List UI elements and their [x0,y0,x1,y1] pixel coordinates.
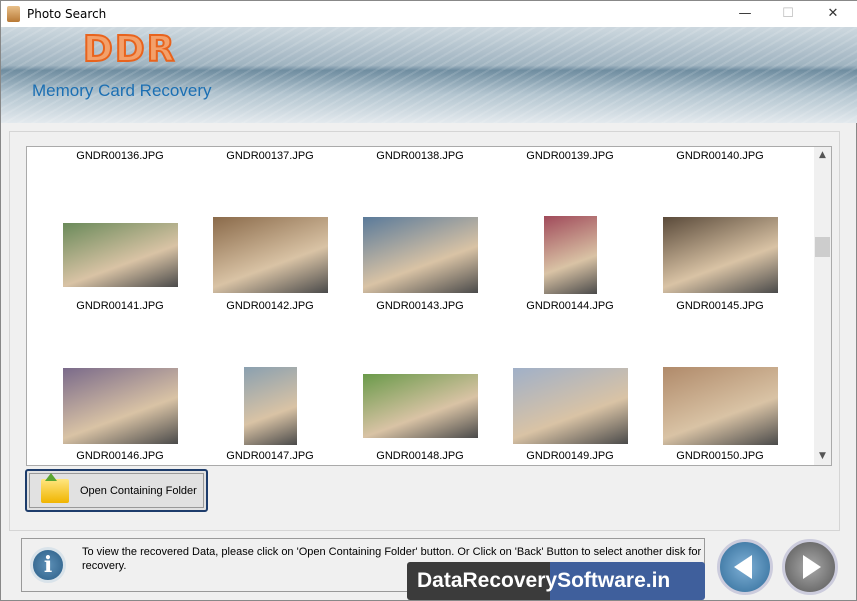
window-title: Photo Search [27,7,107,21]
file-name: GNDR00145.JPG [676,300,764,312]
next-button[interactable] [782,539,838,595]
back-arrow-icon [734,555,752,579]
file-name: GNDR00136.JPG [76,150,164,162]
photo-thumbnail[interactable] [212,217,328,293]
photo-thumbnail[interactable] [512,368,628,444]
app-icon [7,6,20,22]
file-name: GNDR00137.JPG [226,150,314,162]
scroll-up-icon[interactable]: ▲ [814,147,831,164]
file-name: GNDR00146.JPG [76,450,164,462]
next-arrow-icon [803,555,821,579]
back-button[interactable] [717,539,773,595]
ddr-logo: DDR [82,28,177,71]
photo-thumbnail[interactable] [62,368,178,444]
photo-thumbnail[interactable] [362,217,478,293]
file-name: GNDR00141.JPG [76,300,164,312]
file-name: GNDR00143.JPG [376,300,464,312]
photo-grid[interactable]: ▲ ▼ GNDR00136.JPG GNDR00137.JPG GNDR00138.… [26,146,832,466]
title-bar: Photo Search — ☐ ✕ [1,1,857,27]
maximize-button[interactable]: ☐ [765,1,811,27]
file-name: GNDR00138.JPG [376,150,464,162]
watermark: DataRecoverySoftware.in [407,562,705,600]
file-name: GNDR00149.JPG [526,450,614,462]
photo-thumbnail[interactable] [62,223,178,287]
header-banner: DDR Memory Card Recovery [1,27,857,123]
file-name: GNDR00142.JPG [226,300,314,312]
file-name: GNDR00139.JPG [526,150,614,162]
folder-icon [41,472,69,503]
scroll-thumb[interactable] [815,237,830,257]
file-name: GNDR00140.JPG [676,150,764,162]
vertical-scrollbar[interactable]: ▲ ▼ [814,147,831,465]
photo-thumbnail[interactable] [662,367,778,445]
minimize-button[interactable]: — [722,1,768,27]
info-icon: i [30,547,66,583]
open-containing-folder-button[interactable]: Open Containing Folder [25,469,208,512]
file-name: GNDR00150.JPG [676,450,764,462]
close-button[interactable]: ✕ [810,1,856,27]
product-subtitle: Memory Card Recovery [32,81,212,100]
photo-thumbnail[interactable] [362,374,478,438]
scroll-down-icon[interactable]: ▼ [814,448,831,465]
open-folder-label: Open Containing Folder [80,484,197,497]
photo-thumbnail[interactable] [662,217,778,293]
file-name: GNDR00144.JPG [526,300,614,312]
file-name: GNDR00148.JPG [376,450,464,462]
photo-thumbnail[interactable] [543,216,597,294]
photo-thumbnail[interactable] [243,367,297,445]
file-name: GNDR00147.JPG [226,450,314,462]
